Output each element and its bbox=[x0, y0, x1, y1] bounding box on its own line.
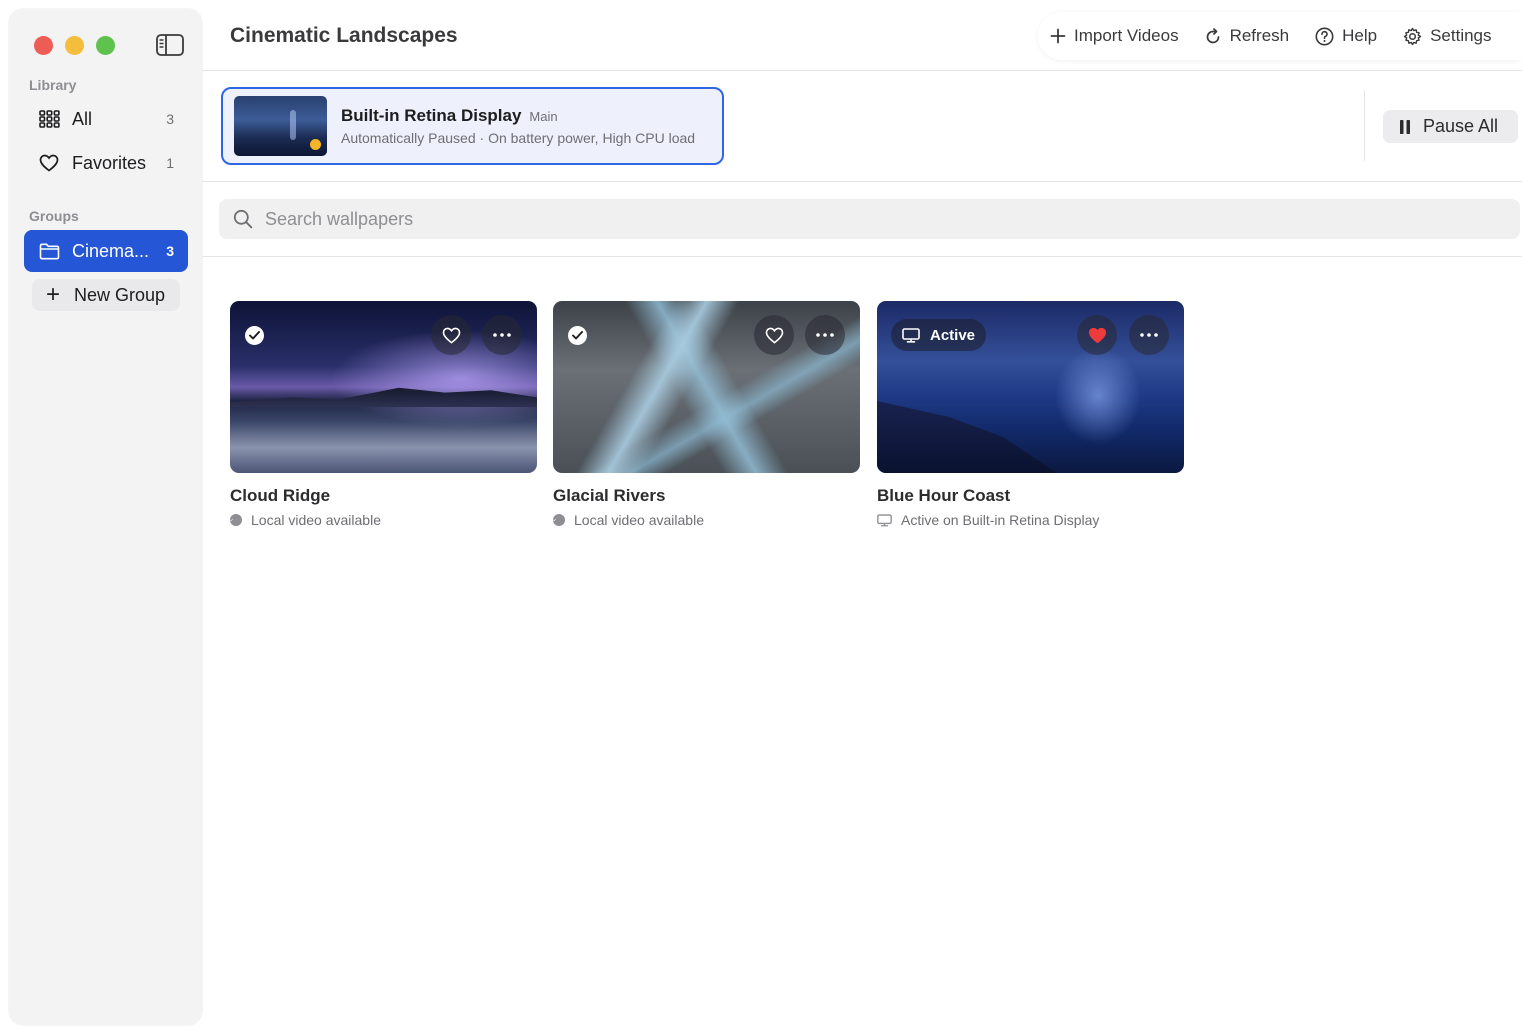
active-badge: Active bbox=[891, 319, 987, 351]
ellipsis-icon bbox=[493, 333, 511, 337]
refresh-label: Refresh bbox=[1229, 26, 1290, 45]
local-video-status-icon bbox=[230, 514, 242, 526]
sidebar-item-count: 3 bbox=[166, 243, 174, 259]
sidebar-item-all[interactable]: All 3 bbox=[24, 98, 188, 140]
sidebar: Library All 3 Favorites 1 Groups Cinema.… bbox=[9, 9, 202, 1025]
toolbar: Import Videos Refresh Help Settings bbox=[1038, 12, 1522, 60]
display-card[interactable]: Built-in Retina Display Main Automaticall… bbox=[221, 87, 724, 165]
search-bar bbox=[219, 199, 1520, 239]
wallpaper-subtitle: Active on Built-in Retina Display bbox=[901, 512, 1100, 528]
search-input[interactable] bbox=[265, 208, 1465, 230]
groups-section-label: Groups bbox=[29, 208, 79, 224]
display-status: Automatically Paused · On battery power,… bbox=[341, 130, 696, 146]
display-icon bbox=[902, 327, 920, 343]
pause-all-button[interactable]: Pause All bbox=[1383, 110, 1518, 143]
import-videos-label: Import Videos bbox=[1074, 26, 1179, 45]
heart-icon bbox=[442, 327, 460, 344]
favorite-button[interactable] bbox=[754, 315, 794, 355]
folder-icon bbox=[38, 240, 60, 262]
settings-button[interactable]: Settings bbox=[1403, 26, 1492, 46]
grid-icon bbox=[38, 108, 60, 130]
more-options-button[interactable] bbox=[805, 315, 845, 355]
more-options-button[interactable] bbox=[1129, 315, 1169, 355]
zoom-window-button[interactable] bbox=[96, 36, 115, 55]
wallpaper-thumbnail[interactable] bbox=[230, 301, 537, 473]
display-divider bbox=[202, 181, 1522, 182]
checkmark-icon bbox=[245, 326, 264, 345]
search-icon bbox=[233, 209, 253, 229]
window-controls bbox=[34, 36, 115, 55]
refresh-icon bbox=[1206, 27, 1219, 43]
display-name: Built-in Retina Display bbox=[341, 106, 522, 125]
sidebar-item-count: 1 bbox=[166, 155, 174, 171]
wallpaper-title: Cloud Ridge bbox=[230, 486, 331, 505]
sidebar-item-count: 3 bbox=[166, 111, 174, 127]
heart-icon bbox=[38, 152, 60, 174]
library-section-label: Library bbox=[29, 77, 77, 93]
page-title: Cinematic Landscapes bbox=[230, 24, 458, 47]
checkmark-icon bbox=[568, 326, 587, 345]
heart-filled-icon bbox=[1088, 327, 1106, 343]
active-badge-label: Active bbox=[930, 326, 976, 344]
import-videos-button[interactable]: Import Videos bbox=[1050, 26, 1179, 46]
help-icon bbox=[1315, 27, 1334, 45]
display-tag: Main bbox=[529, 109, 558, 124]
wallpaper-card[interactable]: Cloud Ridge Local video available bbox=[230, 301, 537, 528]
wallpaper-subtitle: Local video available bbox=[251, 512, 381, 528]
search-divider bbox=[202, 256, 1522, 257]
display-icon bbox=[877, 513, 892, 526]
ellipsis-icon bbox=[816, 333, 834, 337]
wallpaper-card[interactable]: Active Blue Hour Coast Active on Built-i… bbox=[877, 301, 1184, 528]
sidebar-group-cinematic[interactable]: Cinema... 3 bbox=[24, 230, 188, 272]
sidebar-toggle-icon[interactable] bbox=[156, 34, 184, 56]
pause-all-label: Pause All bbox=[1423, 116, 1499, 136]
sidebar-item-label: Favorites bbox=[72, 152, 147, 173]
plus-icon: + bbox=[46, 281, 61, 308]
help-button[interactable]: Help bbox=[1315, 26, 1377, 46]
pause-icon bbox=[1400, 119, 1410, 134]
favorite-button[interactable] bbox=[431, 315, 471, 355]
wallpaper-title: Blue Hour Coast bbox=[877, 486, 1011, 505]
gear-icon bbox=[1403, 27, 1422, 45]
favorite-button[interactable] bbox=[1077, 315, 1117, 355]
heart-icon bbox=[765, 327, 783, 344]
wallpaper-title: Glacial Rivers bbox=[553, 486, 666, 505]
sidebar-item-label: Cinema... bbox=[72, 240, 150, 261]
minimize-window-button[interactable] bbox=[65, 36, 84, 55]
refresh-button[interactable]: Refresh bbox=[1205, 26, 1290, 46]
wallpaper-card[interactable]: Glacial Rivers Local video available bbox=[553, 301, 860, 528]
help-label: Help bbox=[1342, 26, 1378, 45]
display-thumbnail bbox=[234, 96, 327, 156]
wallpaper-thumbnail[interactable]: Active bbox=[877, 301, 1184, 473]
header-divider bbox=[202, 70, 1522, 71]
plus-icon bbox=[1050, 28, 1066, 44]
local-video-status-icon bbox=[553, 514, 565, 526]
paused-status-dot bbox=[310, 139, 321, 150]
sidebar-item-favorites[interactable]: Favorites 1 bbox=[24, 142, 188, 184]
close-window-button[interactable] bbox=[34, 36, 53, 55]
wallpaper-thumbnail[interactable] bbox=[553, 301, 860, 473]
ellipsis-icon bbox=[1140, 333, 1158, 337]
new-group-label: New Group bbox=[74, 284, 166, 305]
wallpaper-subtitle: Local video available bbox=[574, 512, 704, 528]
new-group-button[interactable]: + New Group bbox=[32, 279, 180, 311]
more-options-button[interactable] bbox=[482, 315, 522, 355]
settings-label: Settings bbox=[1430, 26, 1492, 45]
sidebar-item-label: All bbox=[72, 108, 93, 129]
vertical-divider bbox=[1364, 91, 1365, 161]
